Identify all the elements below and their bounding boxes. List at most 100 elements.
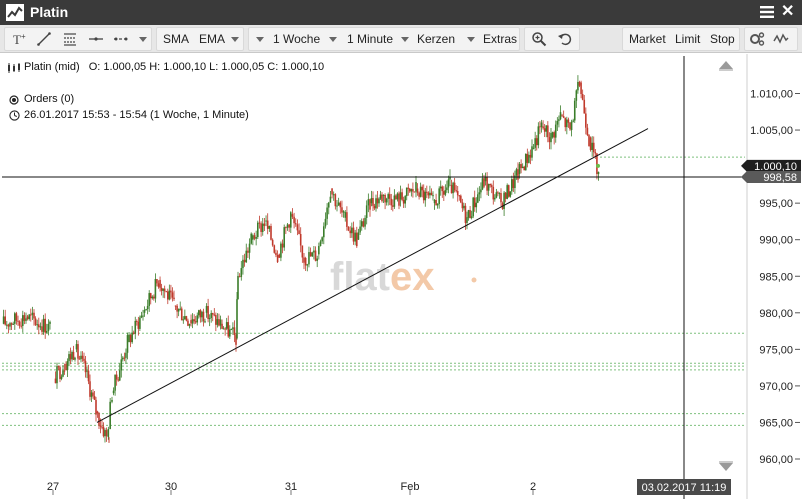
candle-body <box>202 311 205 322</box>
candle-body <box>511 179 513 192</box>
settings-icon[interactable] <box>749 31 765 47</box>
candle-body <box>426 191 428 193</box>
candle-body <box>427 192 430 196</box>
orders-toggle[interactable]: Orders (0) <box>9 93 74 105</box>
candle-body <box>558 119 560 121</box>
stop-order-button[interactable]: Stop <box>710 28 735 50</box>
candle-body <box>553 132 555 138</box>
candle-body <box>410 189 413 192</box>
candle-body <box>304 257 307 266</box>
candle-body <box>384 194 386 203</box>
candle-body <box>134 320 137 334</box>
candle-body <box>255 237 257 239</box>
candle-body <box>475 202 478 208</box>
candle-body <box>137 321 140 329</box>
candle-body <box>128 334 130 343</box>
chart-app-icon <box>6 4 24 21</box>
cursor-price-label: 998,58 <box>763 172 797 184</box>
svg-text:+: + <box>21 32 26 41</box>
chart-type-select[interactable]: Kerzen <box>417 28 455 50</box>
undo-icon[interactable] <box>557 31 573 47</box>
candle-body <box>68 354 70 362</box>
candle-body <box>41 326 43 332</box>
period-select[interactable]: 1 Woche <box>273 28 320 50</box>
market-order-button[interactable]: Market <box>629 28 666 50</box>
extras-dropdown-icon[interactable] <box>467 37 475 42</box>
candle-body <box>204 321 206 323</box>
candle-body <box>489 184 491 186</box>
candle-body <box>167 291 169 300</box>
candle-body <box>379 194 382 199</box>
limit-order-button[interactable]: Limit <box>675 28 700 50</box>
candle-body <box>208 317 211 320</box>
candle-body <box>111 399 113 402</box>
candle-body <box>588 135 590 147</box>
candle-body <box>102 426 105 437</box>
candle-body <box>294 223 297 225</box>
candle-body <box>74 357 76 360</box>
candle-body <box>313 250 315 253</box>
candle-body <box>589 137 592 150</box>
candle-body <box>532 147 535 149</box>
candle-body <box>236 299 238 339</box>
ema-button[interactable]: EMA <box>199 28 225 50</box>
chart-type-dropdown-icon[interactable] <box>401 37 409 42</box>
candle-body <box>196 315 199 323</box>
close-icon[interactable]: ✕ <box>781 3 794 21</box>
candle-body <box>194 321 197 323</box>
candle-body <box>470 216 473 219</box>
y-tick-label: 975,00 <box>759 344 793 356</box>
candle-body <box>337 202 340 206</box>
candle-body <box>342 211 345 213</box>
candle-body <box>283 227 285 248</box>
text-tool-icon[interactable]: T + <box>12 31 28 47</box>
candle-body <box>286 224 289 228</box>
window-title: Platin <box>30 4 69 20</box>
horizontal-line-tool-icon[interactable] <box>88 31 104 47</box>
candle-body <box>96 411 99 414</box>
toolbar: T + SMA EMA 1 Woche 1 Minute Kerzen Extr… <box>0 25 802 53</box>
candle-body <box>398 193 400 206</box>
period-dropdown-icon[interactable] <box>256 37 264 42</box>
candle-body <box>309 252 312 257</box>
indicator-dropdown-icon[interactable] <box>231 37 239 42</box>
zoom-icon[interactable] <box>531 31 547 47</box>
extras-menu[interactable]: Extras <box>483 28 517 50</box>
sma-button[interactable]: SMA <box>163 28 189 50</box>
candle-body <box>12 323 14 325</box>
indicator-wave-icon[interactable] <box>773 31 789 47</box>
fibonacci-tool-icon[interactable] <box>62 31 78 47</box>
candle-body <box>291 214 294 217</box>
candle-body <box>261 223 264 232</box>
chart-area[interactable]: flatex 960,00 965,00 970,00 975,00 980,00 985… <box>0 54 802 499</box>
candle-body <box>435 199 437 206</box>
candle-body <box>370 197 373 204</box>
hamburger-menu-icon[interactable] <box>760 5 774 19</box>
candle-body <box>409 188 411 192</box>
candle-body <box>575 90 578 101</box>
drawing-tools-dropdown-icon[interactable] <box>139 37 147 42</box>
interval-select[interactable]: 1 Minute <box>347 28 393 50</box>
candle-body <box>290 212 292 228</box>
candle-body <box>424 191 427 201</box>
candle-body <box>218 319 220 326</box>
candle-body <box>162 288 164 291</box>
candle-body <box>494 197 496 200</box>
candle-body <box>500 193 502 203</box>
interval-dropdown-icon[interactable] <box>329 37 337 42</box>
candle-body <box>149 293 152 299</box>
candle-body <box>75 344 78 350</box>
candle-body <box>65 363 67 371</box>
candle-body <box>467 210 470 218</box>
title-bar: Platin ✕ <box>0 0 802 25</box>
trendline-tool-icon[interactable] <box>36 31 52 47</box>
candle-body <box>139 317 141 329</box>
candle-body <box>201 311 203 318</box>
dotted-line-tool-icon[interactable] <box>113 31 129 47</box>
candle-body <box>490 185 493 187</box>
candle-body <box>412 189 414 192</box>
candle-body <box>540 122 543 128</box>
candle-body <box>360 221 363 227</box>
candle-body <box>509 191 512 197</box>
candle-body <box>486 177 488 191</box>
